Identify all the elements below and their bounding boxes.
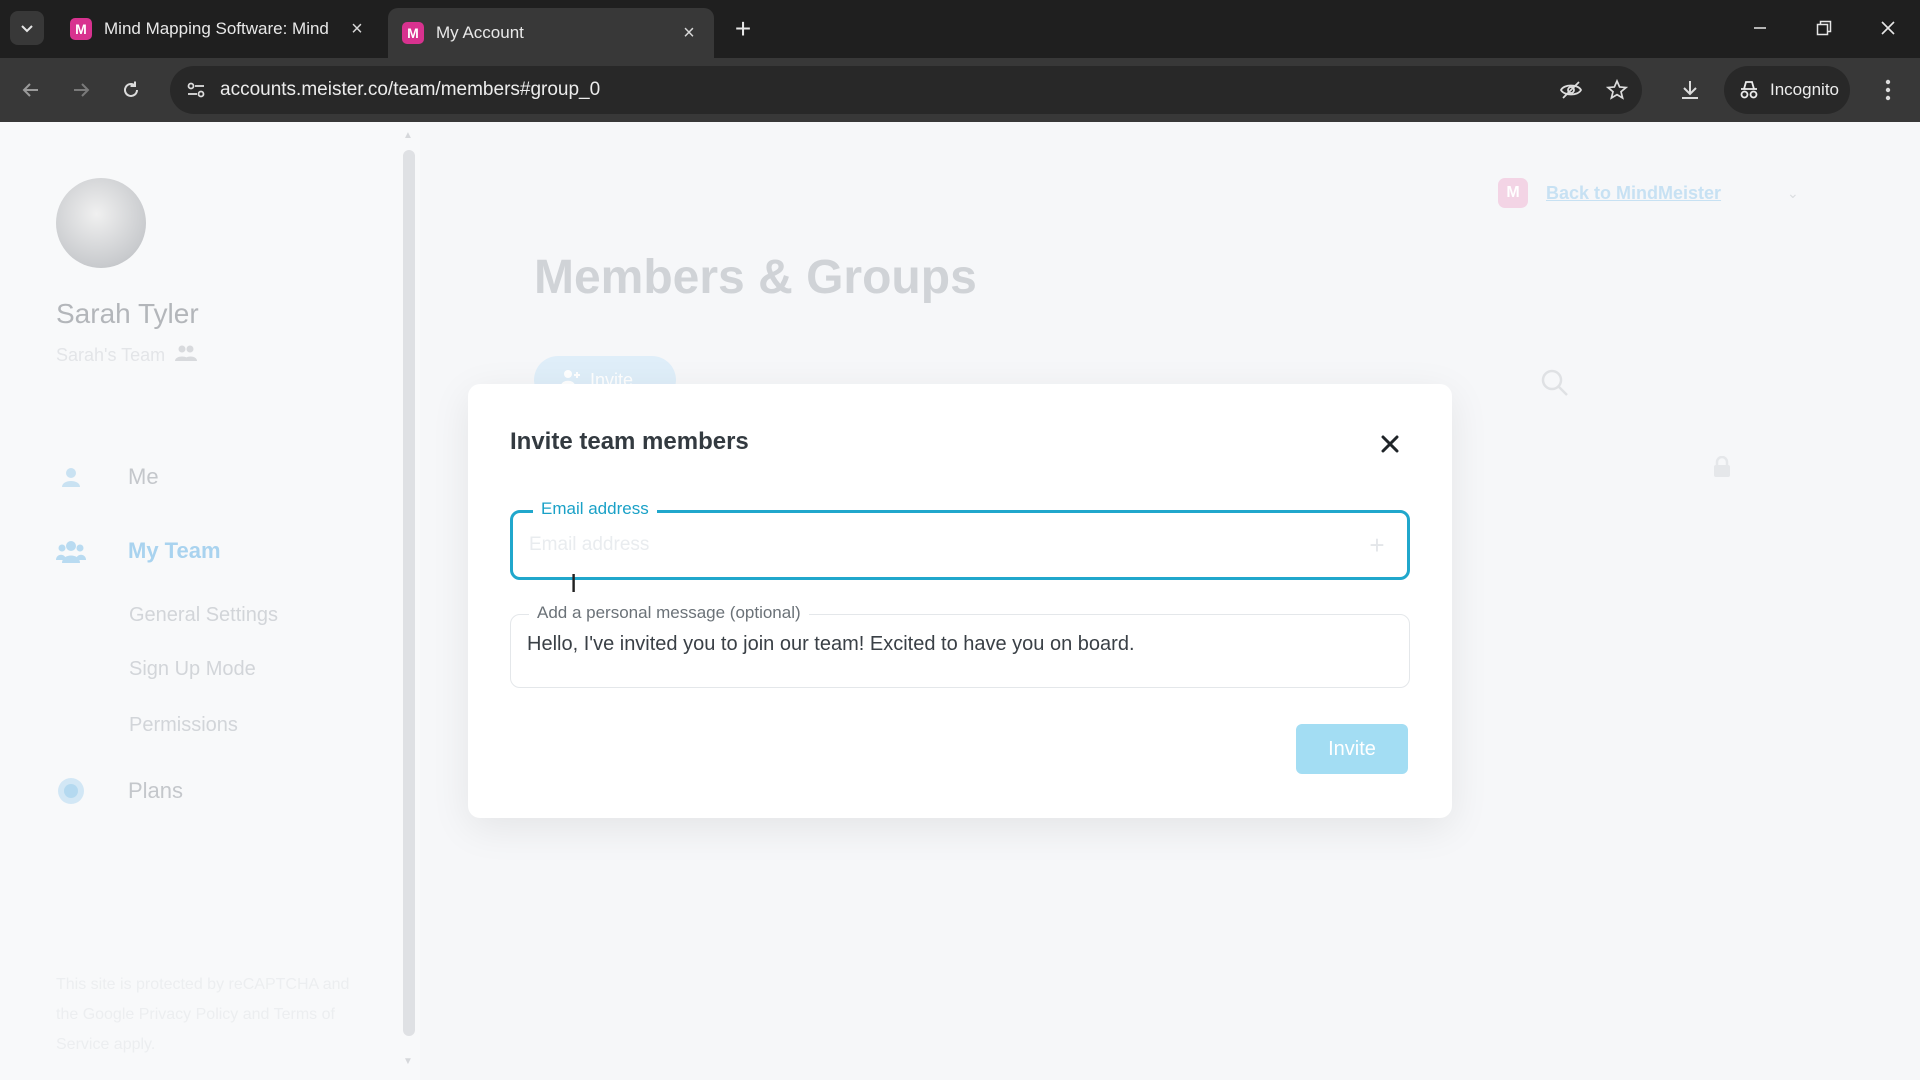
team-icon (56, 536, 86, 566)
reload-icon (124, 81, 138, 97)
back-link-text: Back to MindMeister (1546, 182, 1722, 203)
text-cursor-icon: I (570, 568, 578, 598)
tab-title: Mind Mapping Software: Mind (104, 19, 329, 38)
personal-message-label: Add a personal message (optional) (529, 603, 809, 623)
url-text: accounts.meister.co/team/members#group_0 (220, 79, 601, 100)
sidebar-item-label: Plans (128, 778, 184, 803)
download-icon (1682, 81, 1698, 99)
lock-icon (1712, 455, 1732, 483)
tab-title: My Account (436, 23, 524, 42)
page-title: Members & Groups (534, 251, 977, 304)
close-window-button[interactable] (1866, 8, 1910, 48)
mindmeister-favicon-icon: M (402, 22, 424, 44)
plans-icon (56, 776, 86, 806)
add-email-icon[interactable]: + (1361, 529, 1393, 561)
incognito-icon (1740, 81, 1758, 99)
sidebar-item-plans[interactable]: Plans (56, 776, 183, 806)
close-icon (1881, 21, 1895, 35)
chevron-down-icon (21, 25, 33, 33)
site-info-icon[interactable] (184, 78, 208, 102)
team-name: Sarah's Team (56, 344, 198, 367)
minimize-window-button[interactable] (1738, 8, 1782, 48)
close-dialog-button[interactable] (1372, 426, 1408, 462)
email-field: Email address + (510, 499, 1410, 580)
new-tab-button[interactable]: + (728, 13, 758, 44)
chevron-down-icon[interactable]: ⌄ (1787, 185, 1799, 202)
recaptcha-notice: This site is protected by reCAPTCHA and … (56, 976, 350, 1053)
personal-message-field[interactable]: Add a personal message (optional) Hello,… (510, 603, 1410, 688)
personal-message-text: Hello, I've invited you to join our team… (527, 633, 1135, 655)
minimize-icon (1754, 27, 1766, 29)
close-icon (1381, 435, 1399, 453)
tab-my-account[interactable]: M My Account × (388, 8, 714, 58)
invite-button[interactable]: Invite (1296, 724, 1408, 774)
team-members-icon (175, 344, 198, 367)
arrow-left-icon (22, 83, 38, 97)
sidebar-item-sign-up-mode[interactable]: Sign Up Mode (129, 658, 256, 681)
invite-team-members-dialog: Invite team members Email address + Add … (468, 384, 1452, 818)
restore-window-button[interactable] (1802, 8, 1846, 48)
close-tab-icon[interactable]: × (678, 22, 700, 44)
scroll-down-arrow-icon[interactable]: ▼ (403, 1056, 413, 1067)
sidebar-item-general-settings[interactable]: General Settings (129, 604, 278, 627)
downloads-button[interactable] (1672, 72, 1708, 108)
avatar[interactable] (56, 178, 146, 268)
team-name-label: Sarah's Team (56, 345, 166, 365)
email-input[interactable] (529, 529, 1349, 561)
person-icon (56, 462, 86, 492)
browser-menu-button[interactable] (1870, 72, 1906, 108)
address-bar[interactable]: accounts.meister.co/team/members#group_0 (170, 66, 1642, 114)
arrow-right-icon (74, 83, 90, 97)
tab-mind-mapping[interactable]: M Mind Mapping Software: Mind × (56, 8, 382, 50)
reload-button[interactable] (112, 71, 150, 109)
sidebar-item-permissions[interactable]: Permissions (129, 714, 238, 737)
close-tab-icon[interactable]: × (346, 18, 368, 40)
tab-search-dropdown[interactable] (10, 11, 44, 45)
dialog-title: Invite team members (510, 428, 749, 455)
browser-tab-bar: M Mind Mapping Software: Mind × M My Acc… (0, 0, 1920, 58)
sidebar-item-me[interactable]: Me (56, 462, 159, 492)
search-icon[interactable] (1540, 368, 1570, 403)
back-button[interactable] (12, 71, 50, 109)
browser-toolbar: accounts.meister.co/team/members#group_0… (0, 58, 1920, 122)
sidebar: Sarah Tyler Sarah's Team Me My Team Gene… (0, 122, 420, 1080)
user-name: Sarah Tyler (56, 298, 199, 329)
email-field-label: Email address (533, 499, 657, 519)
bookmark-star-icon[interactable] (1604, 77, 1630, 103)
incognito-indicator[interactable]: Incognito (1724, 66, 1850, 114)
forward-button[interactable] (62, 71, 100, 109)
incognito-label: Incognito (1770, 80, 1839, 99)
eye-slash-icon[interactable] (1558, 77, 1584, 103)
sidebar-item-my-team[interactable]: My Team (56, 536, 221, 566)
sidebar-item-label: Me (128, 464, 159, 489)
back-to-mindmeister-link[interactable]: M Back to MindMeister ⌄ (1498, 178, 1799, 208)
mindmeister-logo-icon: M (1498, 178, 1528, 208)
mindmeister-favicon-icon: M (70, 18, 92, 40)
scroll-up-arrow-icon[interactable]: ▲ (403, 130, 413, 141)
restore-icon (1816, 20, 1832, 36)
sidebar-item-label: My Team (128, 538, 221, 563)
more-vertical-icon (1885, 79, 1891, 101)
sidebar-scrollbar[interactable] (403, 150, 415, 1036)
